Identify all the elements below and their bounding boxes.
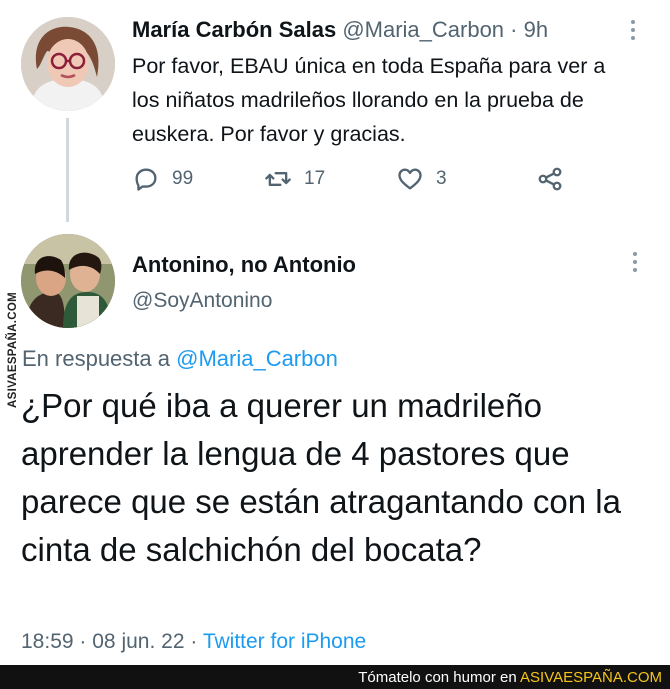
footer-site: ASIVAESPAÑA.COM <box>520 669 662 686</box>
avatar-antonino[interactable] <box>21 234 115 328</box>
reply-count: 99 <box>172 168 194 189</box>
tweet1-time[interactable]: 9h <box>524 17 548 42</box>
tweet2-handle[interactable]: @SoyAntonino <box>132 289 272 313</box>
tweet2-time[interactable]: 18:59 <box>21 630 74 653</box>
tweet2-more-icon[interactable] <box>632 252 638 276</box>
like-button[interactable]: 3 <box>396 165 447 193</box>
retweet-button[interactable]: 17 <box>264 165 325 193</box>
retweet-count: 17 <box>304 168 326 189</box>
vertical-watermark: ASIVAESPAÑA.COM <box>0 285 26 415</box>
meta-separator: · <box>190 630 198 653</box>
tweet1-author-name[interactable]: María Carbón Salas <box>132 17 336 42</box>
reply-to-link[interactable]: @Maria_Carbon <box>176 346 338 371</box>
heart-icon <box>398 168 422 190</box>
reply-context: En respuesta a @Maria_Carbon <box>22 346 338 372</box>
retweet-icon <box>265 172 291 186</box>
tweet2-source-link[interactable]: Twitter for iPhone <box>203 630 366 653</box>
meta-separator: · <box>79 630 87 653</box>
tweet2-text: ¿Por qué iba a querer un madrileño apren… <box>21 387 621 568</box>
footer-text: Tómatelo con humor en <box>358 669 517 686</box>
share-button[interactable] <box>536 165 564 193</box>
avatar-maria[interactable] <box>21 17 115 111</box>
tweet2-author-name[interactable]: Antonino, no Antonio <box>132 252 356 278</box>
tweet2-meta: 18:59 · 08 jun. 22 · Twitter for iPhone <box>21 630 366 654</box>
tweet1-handle[interactable]: @Maria_Carbon <box>342 17 504 42</box>
thread-connector-line <box>66 118 69 222</box>
profile-photo-icon <box>21 234 115 328</box>
tweet1-actions: 99 17 3 <box>132 165 572 195</box>
footer-watermark-bar: Tómatelo con humor en ASIVAESPAÑA.COM <box>0 665 670 689</box>
tweet1-header: María Carbón Salas @Maria_Carbon · 9h <box>132 17 548 43</box>
reply-icon <box>135 168 157 191</box>
tweet2-date[interactable]: 08 jun. 22 <box>92 630 184 653</box>
tweet1-more-icon[interactable] <box>630 20 636 44</box>
profile-photo-icon <box>21 17 115 111</box>
tweet1-separator: · <box>510 17 518 42</box>
tweet1-text: Por favor, EBAU única en toda España par… <box>132 54 606 146</box>
vertical-watermark-text: ASIVAESPAÑA.COM <box>7 292 19 408</box>
like-count: 3 <box>436 168 447 189</box>
reply-prefix: En respuesta a <box>22 346 170 371</box>
share-icon <box>538 167 562 191</box>
reply-button[interactable]: 99 <box>132 165 193 193</box>
